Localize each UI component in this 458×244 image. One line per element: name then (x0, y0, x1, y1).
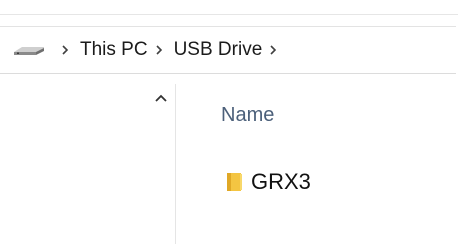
address-bar[interactable]: This PC USB Drive (0, 26, 456, 74)
column-header-name[interactable]: Name (221, 104, 274, 127)
usb-drive-icon[interactable] (12, 40, 46, 60)
folder-icon (225, 171, 245, 193)
breadcrumb-usb-drive[interactable]: USB Drive (172, 37, 265, 63)
toolbar-strip (0, 0, 458, 15)
navigation-pane (146, 84, 176, 244)
file-name: GRX3 (251, 169, 311, 194)
file-list: Name GRX3 (177, 84, 458, 244)
list-item[interactable]: GRX3 (225, 168, 311, 196)
chevron-up-icon[interactable] (152, 90, 170, 106)
chevron-right-icon[interactable] (58, 41, 72, 59)
breadcrumb-this-pc[interactable]: This PC (78, 37, 150, 63)
chevron-right-icon[interactable] (266, 41, 280, 59)
chevron-right-icon[interactable] (152, 41, 166, 59)
explorer-window: This PC USB Drive Name GRX3 (0, 0, 458, 244)
